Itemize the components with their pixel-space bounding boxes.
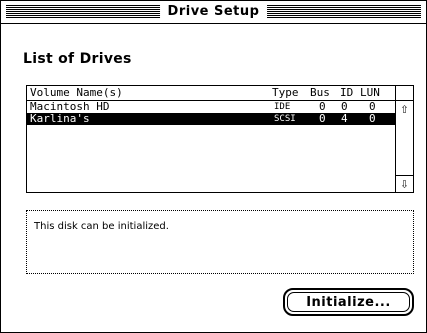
drive-type: SCSI <box>274 114 296 124</box>
scroll-down-arrow-icon[interactable]: ⇩ <box>396 175 413 192</box>
title-bar[interactable]: Drive Setup <box>1 1 426 24</box>
scroll-up-arrow-icon[interactable]: ⇧ <box>396 101 413 117</box>
column-lun: LUN <box>360 86 380 99</box>
column-id: ID <box>340 86 354 99</box>
drive-list-header: Volume Name(s) Type Bus ID LUN <box>27 86 395 101</box>
column-bus: Bus <box>310 86 330 99</box>
drive-list[interactable]: Volume Name(s) Type Bus ID LUN Macintosh… <box>26 85 414 193</box>
drive-rows: Macintosh HD IDE 0 0 0 Karlina's SCSI 0 … <box>27 101 395 125</box>
drive-row-karlinas[interactable]: Karlina's SCSI 0 4 0 <box>27 113 395 125</box>
drive-setup-window: Drive Setup List of Drives Volume Name(s… <box>0 0 427 333</box>
column-volume-name: Volume Name(s) <box>30 86 123 99</box>
drive-name: Karlina's <box>30 112 90 125</box>
status-message: This disk can be initialized. <box>34 221 169 232</box>
column-type: Type <box>272 86 299 99</box>
drive-id: 4 <box>341 112 348 125</box>
initialize-button-label: Initialize... <box>287 292 410 312</box>
list-of-drives-heading: List of Drives <box>23 51 132 67</box>
drive-list-scrollbar[interactable]: ⇧ ⇩ <box>395 86 413 192</box>
window-title: Drive Setup <box>159 4 268 20</box>
drive-type: IDE <box>274 102 291 112</box>
drive-bus: 0 <box>319 112 326 125</box>
initialize-button[interactable]: Initialize... <box>283 288 414 316</box>
drive-lun: 0 <box>369 112 376 125</box>
status-box: This disk can be initialized. <box>26 210 414 274</box>
